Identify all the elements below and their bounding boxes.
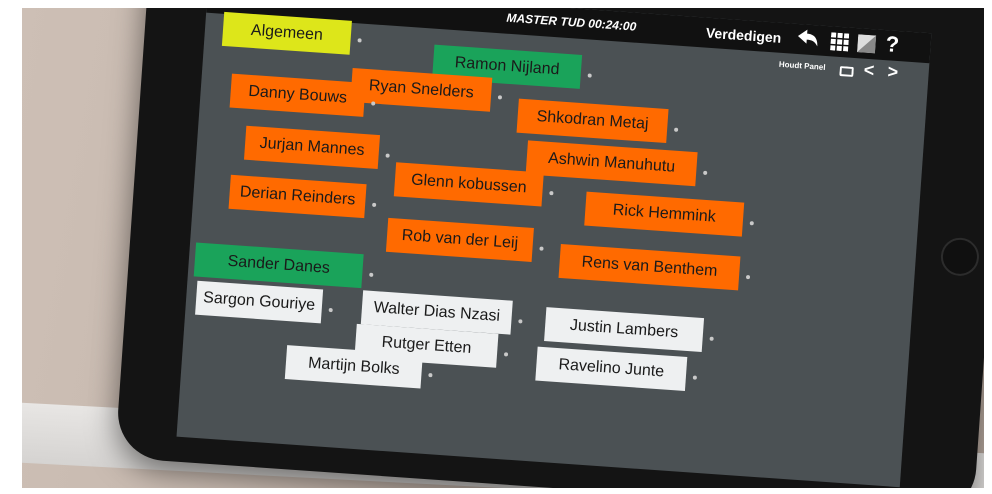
tile-glenn-kobussen[interactable]: Glenn kobussen (393, 162, 544, 207)
screen-icon[interactable] (839, 65, 854, 84)
tile-dot (428, 373, 433, 378)
tile-dot (357, 38, 362, 43)
undo-arrow-icon[interactable] (795, 28, 821, 55)
tile-dot (385, 153, 390, 158)
tile-dot (539, 246, 544, 251)
match-timer: MASTER TUD 00:24:00 (506, 10, 637, 34)
tile-dot (518, 319, 523, 324)
tile-dot (328, 307, 333, 313)
field-icon[interactable] (856, 34, 877, 58)
tile-dot (369, 272, 374, 277)
tile-dot (503, 352, 509, 357)
tile-dot (749, 221, 754, 226)
tile-dot (372, 202, 377, 207)
tile-dot (497, 95, 503, 100)
home-button[interactable] (939, 236, 981, 278)
tile-rens-van-benthem[interactable]: Rens van Benthem (558, 243, 741, 291)
tile-shkodran-metaj[interactable]: Shkodran Metaj (516, 98, 669, 144)
tile-dot (371, 101, 376, 106)
tile-jurjan-mannes[interactable]: Jurjan Mannes (243, 125, 381, 169)
tablet-device: 1 MASTER TUD 00:24:00 Verdedigen ? Houdt… (114, 8, 984, 488)
tile-dot (549, 191, 554, 196)
tile-dot (703, 170, 708, 175)
chevron-left-icon[interactable]: < (863, 60, 875, 82)
help-icon[interactable]: ? (885, 31, 900, 58)
tile-danny-bouws[interactable]: Danny Bouws (229, 73, 366, 117)
chevron-right-icon[interactable]: > (887, 61, 899, 83)
tile-justin-lambers[interactable]: Justin Lambers (544, 307, 705, 353)
tile-ashwin-manuhutu[interactable]: Ashwin Manuhutu (525, 140, 698, 187)
tile-dot (673, 127, 679, 132)
photo-background: 1 MASTER TUD 00:24:00 Verdedigen ? Houdt… (22, 8, 984, 488)
tile-dot (692, 375, 698, 380)
tile-derian-reinders[interactable]: Derian Reinders (228, 174, 367, 219)
tile-sargon-gouriye[interactable]: Sargon Gouriye (195, 280, 324, 324)
tablet-screen: 1 MASTER TUD 00:24:00 Verdedigen ? Houdt… (176, 8, 932, 488)
tile-rick-hemmink[interactable]: Rick Hemmink (584, 191, 745, 237)
grid-icon[interactable] (830, 32, 850, 56)
tile-ravelino-junte[interactable]: Ravelino Junte (535, 346, 688, 391)
panel-label: Houdt Panel (778, 59, 826, 72)
tile-dot (745, 274, 751, 280)
tile-rob-van-der-leij[interactable]: Rob van der Leij (385, 217, 534, 262)
mode-label[interactable]: Verdedigen (705, 25, 781, 46)
tile-dot (587, 73, 592, 78)
tile-dot (709, 336, 714, 341)
